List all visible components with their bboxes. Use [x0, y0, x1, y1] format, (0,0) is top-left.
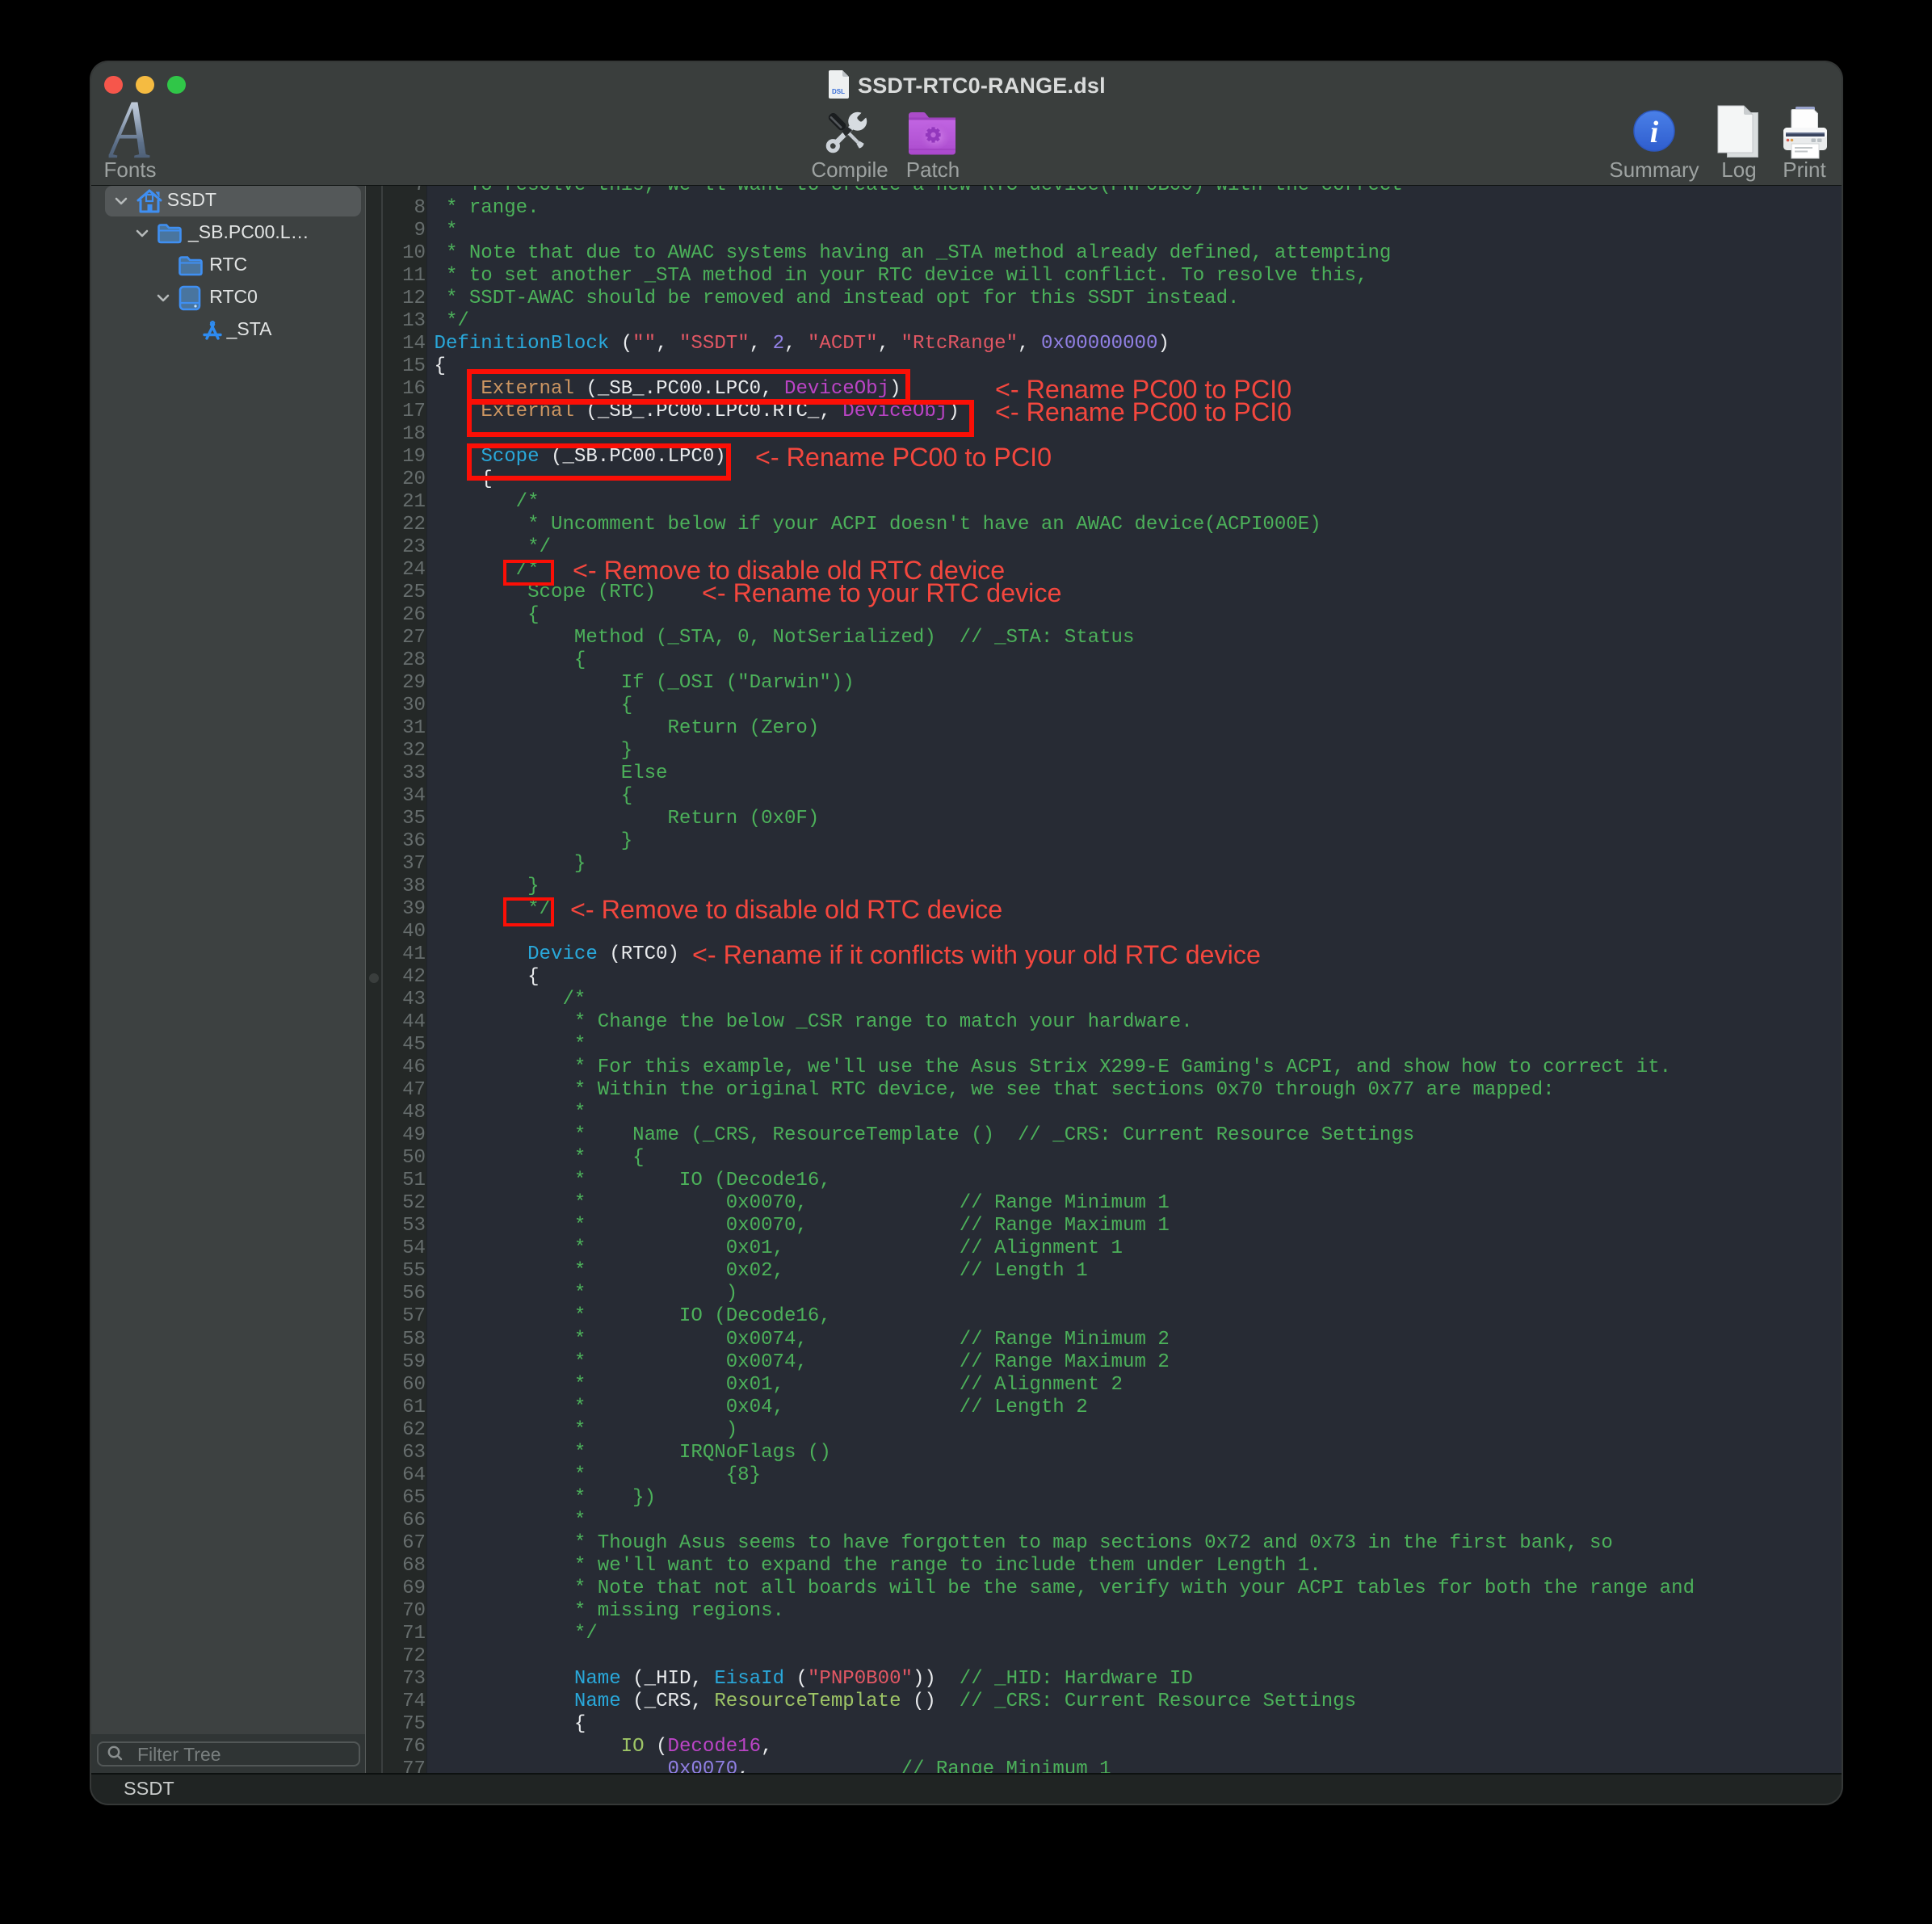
- svg-text:DSL: DSL: [832, 88, 845, 95]
- svg-text:i: i: [1650, 116, 1659, 149]
